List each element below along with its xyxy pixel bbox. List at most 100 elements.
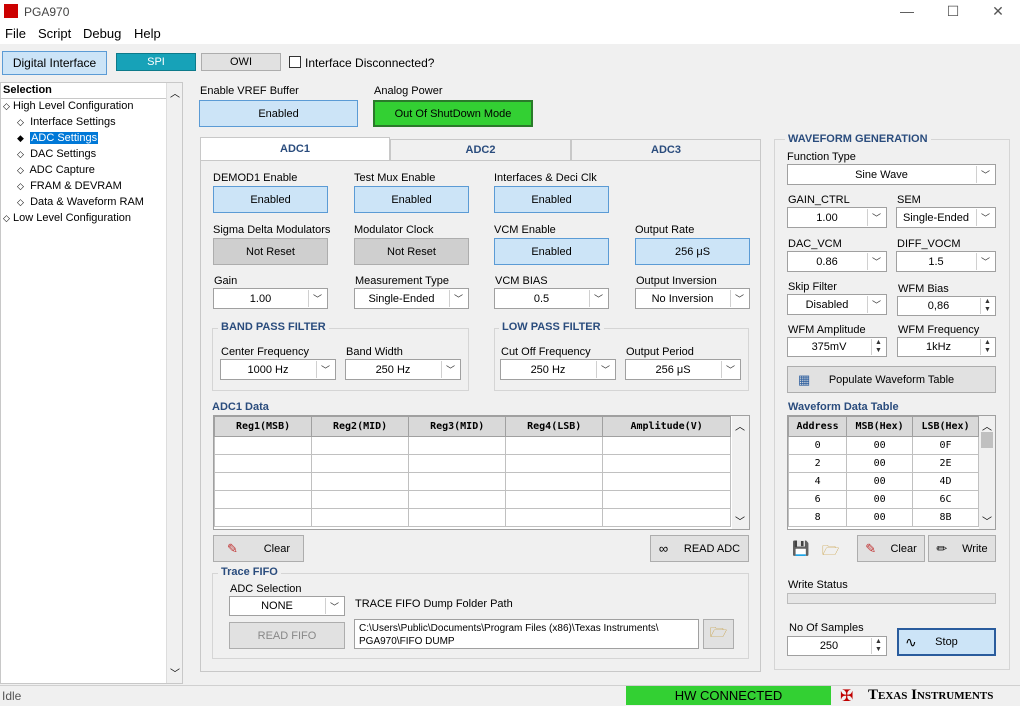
- chevron-down-icon: ﹀: [308, 290, 326, 307]
- tree-item-dac-settings[interactable]: ◇ DAC Settings: [17, 148, 96, 160]
- brand-name: Texas Instruments: [868, 687, 994, 703]
- chevron-down-icon: ﹀: [867, 296, 885, 313]
- col-reg3[interactable]: Reg3(MID): [408, 416, 507, 437]
- chevron-down-icon: ﹀: [721, 361, 739, 378]
- read-fifo-button[interactable]: READ FIFO: [229, 622, 345, 649]
- chevron-down-icon: ﹀: [730, 290, 748, 307]
- samples-spinner[interactable]: 250 ▲ ▼: [787, 636, 887, 656]
- vcmbias-select[interactable]: 0.5 ﹀: [494, 288, 609, 309]
- chevron-up-icon[interactable]: ︿: [735, 418, 745, 433]
- digital-interface-button[interactable]: Digital Interface: [2, 51, 107, 75]
- chevron-up-icon[interactable]: ︿: [170, 85, 180, 100]
- col-reg1[interactable]: Reg1(MSB): [214, 416, 313, 437]
- trace-fifo-title: Trace FIFO: [218, 566, 281, 578]
- table-row: 0 00 0F: [788, 436, 979, 455]
- tab-adc1[interactable]: ADC1: [200, 137, 390, 161]
- func-select[interactable]: Sine Wave ﹀: [787, 164, 996, 185]
- col-amplitude[interactable]: Amplitude(V): [602, 416, 731, 437]
- scrollbar-thumb[interactable]: [981, 432, 993, 448]
- tree-item-low-level[interactable]: ◇ Low Level Configuration: [3, 212, 131, 224]
- tree-item-fram-devram[interactable]: ◇ FRAM & DEVRAM: [17, 180, 122, 192]
- col-lsb[interactable]: LSB(Hex): [912, 416, 979, 437]
- maximize-button[interactable]: ☐: [930, 0, 976, 24]
- adc-selection-select[interactable]: NONE ﹀: [229, 596, 345, 616]
- skip-select[interactable]: Disabled ﹀: [787, 294, 887, 315]
- waveform-table-scrollbar[interactable]: ︿ ﹀: [979, 416, 995, 529]
- gainctrl-select[interactable]: 1.00 ﹀: [787, 207, 887, 228]
- interfaces-button[interactable]: Enabled: [494, 186, 609, 213]
- hw-connected-indicator: HW CONNECTED: [626, 686, 831, 705]
- sdm-button[interactable]: Not Reset: [213, 238, 328, 265]
- gain-select[interactable]: 1.00 ﹀: [213, 288, 328, 309]
- col-msb[interactable]: MSB(Hex): [846, 416, 914, 437]
- write-status-progress: [787, 593, 996, 604]
- table-row: [214, 454, 731, 473]
- status-bar: Idle HW CONNECTED ✠ Texas Instruments: [0, 685, 1020, 705]
- tree-item-interface-settings[interactable]: ◇ Interface Settings: [17, 116, 116, 128]
- spi-button[interactable]: SPI: [116, 53, 196, 71]
- owi-button[interactable]: OWI: [201, 53, 281, 71]
- waveform-table[interactable]: Address MSB(Hex) LSB(Hex) 0 00 0F 2 00 2E 40…: [787, 415, 996, 530]
- chevron-down-icon[interactable]: ﹀: [982, 513, 992, 528]
- tree-item-adc-capture[interactable]: ◇ ADC Capture: [17, 164, 95, 176]
- demod-button[interactable]: Enabled: [213, 186, 328, 213]
- tree-item-data-waveform-ram[interactable]: ◇ Data & Waveform RAM: [17, 196, 144, 208]
- trace-path-field[interactable]: C:\Users\Public\Documents\Program Files …: [354, 619, 699, 649]
- chevron-up-icon[interactable]: ︿: [982, 418, 992, 433]
- testmux-button[interactable]: Enabled: [354, 186, 469, 213]
- bpf-title: BAND PASS FILTER: [218, 321, 329, 333]
- menu-help[interactable]: Help: [134, 26, 161, 41]
- inv-select[interactable]: No Inversion ﹀: [635, 288, 750, 309]
- read-adc-button[interactable]: ∞ READ ADC: [650, 535, 749, 562]
- title-bar: PGA970 — ☐ ✕: [0, 0, 1020, 24]
- vcm-button[interactable]: Enabled: [494, 238, 609, 265]
- tab-adc2[interactable]: ADC2: [390, 139, 571, 161]
- sem-select[interactable]: Single-Ended ﹀: [896, 207, 996, 228]
- stop-button[interactable]: ∿ Stop: [897, 628, 996, 656]
- open-folder-icon[interactable]: 🗁: [822, 540, 839, 564]
- menu-debug[interactable]: Debug: [83, 26, 121, 41]
- chevron-down-icon[interactable]: ﹀: [170, 665, 180, 680]
- write-status-label: Write Status: [788, 579, 848, 591]
- tab-adc3[interactable]: ADC3: [571, 139, 761, 161]
- adc1-clear-button[interactable]: ✎ Clear: [213, 535, 304, 562]
- menu-file[interactable]: File: [5, 26, 26, 41]
- cf-label: Center Frequency: [221, 346, 310, 358]
- rate-button[interactable]: 256 μS: [635, 238, 750, 265]
- tree-item-adc-settings[interactable]: ◆ ADC Settings: [17, 132, 99, 144]
- selection-tree: Selection ◇ High Level Configuration ◇ In…: [0, 82, 183, 684]
- modclk-button[interactable]: Not Reset: [354, 238, 469, 265]
- col-address[interactable]: Address: [788, 416, 848, 437]
- co-select[interactable]: 250 Hz ﹀: [500, 359, 616, 380]
- waveform-write-button[interactable]: ✏ Write: [928, 535, 996, 562]
- col-reg4[interactable]: Reg4(LSB): [505, 416, 604, 437]
- col-reg2[interactable]: Reg2(MID): [311, 416, 410, 437]
- interface-disconnected-checkbox[interactable]: [289, 56, 301, 68]
- op-select[interactable]: 256 μS ﹀: [625, 359, 741, 380]
- adc1-table-scrollbar[interactable]: ︿ ﹀: [732, 416, 749, 529]
- tree-item-high-level[interactable]: ◇ High Level Configuration: [3, 100, 133, 112]
- bw-select[interactable]: 250 Hz ﹀: [345, 359, 461, 380]
- save-icon[interactable]: 💾: [792, 540, 809, 557]
- meas-select[interactable]: Single-Ended ﹀: [354, 288, 469, 309]
- vref-button[interactable]: Enabled: [199, 100, 358, 127]
- diffvocm-select[interactable]: 1.5 ﹀: [896, 251, 996, 272]
- adc1-data-table[interactable]: Reg1(MSB) Reg2(MID) Reg3(MID) Reg4(LSB) …: [213, 415, 750, 530]
- wfmbias-spinner[interactable]: 0,86 ▲ ▼: [897, 296, 996, 316]
- dacvcm-select[interactable]: 0.86 ﹀: [787, 251, 887, 272]
- browse-folder-button[interactable]: 🗁: [703, 619, 734, 649]
- menu-script[interactable]: Script: [38, 26, 71, 41]
- chevron-down-icon: ﹀: [976, 166, 994, 183]
- wfmfreq-spinner[interactable]: 1kHz ▲ ▼: [897, 337, 996, 357]
- cf-select[interactable]: 1000 Hz ﹀: [220, 359, 336, 380]
- chevron-down-icon[interactable]: ﹀: [735, 513, 745, 528]
- tree-scrollbar[interactable]: ︿ ﹀: [166, 83, 182, 683]
- minimize-button[interactable]: —: [884, 0, 930, 24]
- close-button[interactable]: ✕: [975, 0, 1020, 24]
- sdm-label: Sigma Delta Modulators: [213, 224, 331, 236]
- wfmfreq-label: WFM Frequency: [898, 324, 980, 336]
- populate-waveform-button[interactable]: ▦ Populate Waveform Table: [787, 366, 996, 393]
- analog-power-button[interactable]: Out Of ShutDown Mode: [373, 100, 533, 127]
- wfmamp-spinner[interactable]: 375mV ▲ ▼: [787, 337, 887, 357]
- waveform-clear-button[interactable]: ✎ Clear: [857, 535, 925, 562]
